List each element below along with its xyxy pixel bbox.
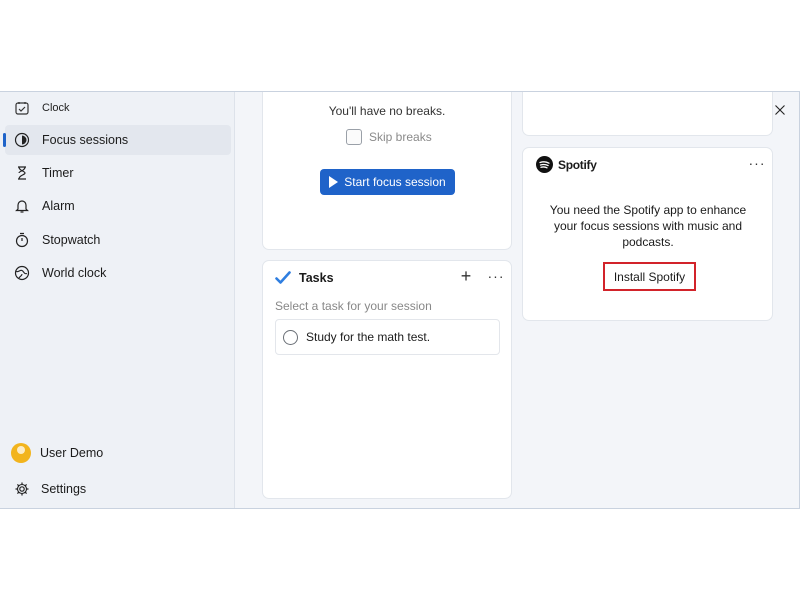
tasks-more-button[interactable]: ··· bbox=[486, 268, 506, 287]
tasks-header: Tasks bbox=[275, 270, 334, 286]
clock-window: Clock Focus sessions Timer Alarm Stopwat… bbox=[0, 91, 800, 509]
start-focus-session-label: Start focus session bbox=[344, 175, 446, 189]
skip-breaks-option[interactable]: Skip breaks bbox=[346, 129, 432, 145]
focus-icon bbox=[14, 132, 30, 148]
sidebar-item-label: World clock bbox=[42, 266, 107, 280]
tasks-card: Tasks + ··· Select a task for your sessi… bbox=[262, 260, 512, 499]
task-complete-radio[interactable] bbox=[283, 329, 298, 345]
hourglass-icon bbox=[14, 165, 30, 181]
sidebar-item-label: Alarm bbox=[42, 199, 75, 213]
sidebar-item-stopwatch[interactable]: Stopwatch bbox=[5, 225, 231, 255]
stopwatch-icon bbox=[14, 232, 30, 248]
settings-label: Settings bbox=[41, 482, 87, 496]
sidebar-item-label: Focus sessions bbox=[42, 133, 129, 147]
sidebar-item-label: Stopwatch bbox=[42, 233, 101, 247]
card-top-right bbox=[522, 92, 773, 136]
more-icon: ··· bbox=[748, 155, 766, 171]
skip-breaks-label: Skip breaks bbox=[369, 130, 432, 144]
plus-icon: + bbox=[460, 266, 472, 286]
sidebar-item-settings[interactable]: Settings bbox=[14, 481, 86, 497]
sidebar-item-alarm[interactable]: Alarm bbox=[5, 191, 231, 221]
clock-app-icon bbox=[14, 100, 30, 116]
globe-icon bbox=[14, 265, 30, 281]
spotify-header: Spotify bbox=[536, 156, 597, 173]
spotify-card: Spotify ··· You need the Spotify app to … bbox=[522, 147, 773, 321]
spotify-description: You need the Spotify app to enhance your… bbox=[549, 203, 747, 249]
no-breaks-message: You'll have no breaks. bbox=[328, 104, 446, 118]
user-account[interactable]: User Demo bbox=[11, 443, 103, 463]
app-title: Clock bbox=[42, 102, 70, 114]
spotify-more-button[interactable]: ··· bbox=[747, 155, 767, 174]
todo-check-icon bbox=[275, 270, 291, 286]
skip-breaks-checkbox[interactable] bbox=[346, 129, 362, 145]
start-focus-session-button[interactable]: Start focus session bbox=[320, 169, 455, 195]
sidebar-item-world-clock[interactable]: World clock bbox=[5, 258, 231, 288]
sidebar-item-label: Timer bbox=[42, 166, 74, 180]
install-spotify-label: Install Spotify bbox=[613, 269, 686, 284]
install-spotify-button[interactable]: Install Spotify bbox=[603, 262, 696, 291]
spotify-title: Spotify bbox=[558, 157, 597, 172]
close-icon bbox=[772, 102, 788, 118]
sidebar-item-focus-sessions[interactable]: Focus sessions bbox=[3, 125, 231, 155]
avatar bbox=[11, 443, 31, 463]
gear-icon bbox=[14, 481, 30, 497]
sidebar: Clock Focus sessions Timer Alarm Stopwat… bbox=[0, 92, 235, 508]
title-bar: Clock bbox=[14, 100, 70, 116]
bell-icon bbox=[14, 198, 30, 214]
more-icon: ··· bbox=[487, 268, 505, 284]
add-task-button[interactable]: + bbox=[457, 266, 475, 286]
task-item[interactable]: Study for the math test. bbox=[275, 319, 500, 355]
user-name: User Demo bbox=[40, 446, 104, 460]
play-icon bbox=[329, 176, 339, 188]
task-label: Study for the math test. bbox=[306, 330, 431, 344]
tasks-subtitle: Select a task for your session bbox=[275, 299, 432, 313]
tasks-title: Tasks bbox=[299, 271, 334, 285]
focus-session-card: You'll have no breaks. Skip breaks Start… bbox=[262, 92, 512, 250]
sidebar-item-timer[interactable]: Timer bbox=[5, 158, 231, 188]
spotify-logo-icon bbox=[536, 156, 553, 173]
